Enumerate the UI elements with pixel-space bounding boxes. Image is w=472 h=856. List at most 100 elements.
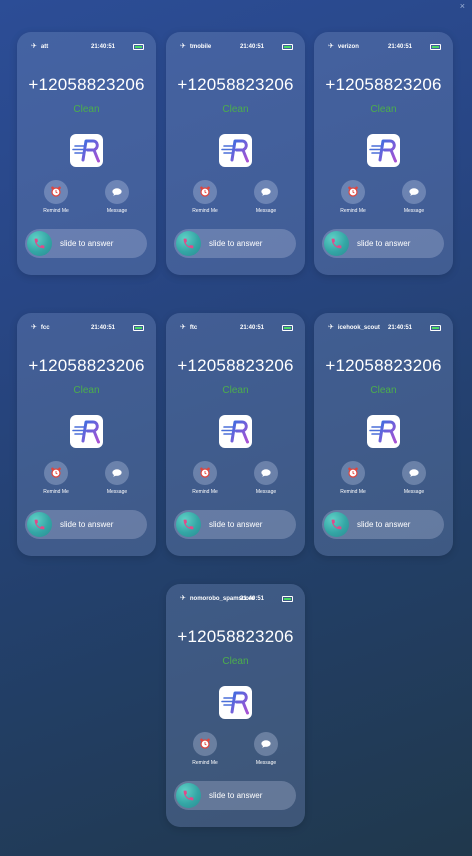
message-label: Message [255,489,277,495]
slide-to-answer-label: slide to answer [60,239,114,248]
phone-icon [34,519,45,530]
remind-me-button[interactable]: Remind Me [328,180,378,214]
chat-bubble-icon [261,740,271,748]
remind-me-button[interactable]: Remind Me [180,461,230,495]
message-button[interactable]: Message [92,461,142,495]
caller-number: +12058823206 [177,75,294,94]
alarm-clock-icon [51,467,61,478]
answer-slider-handle[interactable] [324,512,349,537]
message-button[interactable]: Message [241,732,291,766]
slide-to-answer-label: slide to answer [357,239,411,248]
phone-icon [331,519,342,530]
call-actions: Remind Me Message [166,732,305,772]
status-bar: ✈ ftc 21:40:51 [180,323,293,333]
remind-me-button[interactable]: Remind Me [31,461,81,495]
slide-to-answer-label: slide to answer [209,791,263,800]
app-logo-icon [219,686,252,719]
phone-icon [183,790,194,801]
status-time: 21:40:51 [388,325,413,331]
caller-id-card-verizon: ✈ verizon 21:40:51 +12058823206 Clean Re… [314,32,453,275]
status-time: 21:40:51 [240,325,265,331]
answer-slider-handle[interactable] [176,512,201,537]
slide-to-answer-track[interactable]: slide to answer [174,229,296,258]
message-label: Message [255,760,277,766]
message-button[interactable]: Message [241,180,291,214]
reputation-status: Clean [73,385,100,396]
remind-me-label: Remind Me [340,208,366,214]
slide-to-answer-track[interactable]: slide to answer [174,781,296,810]
message-button[interactable]: Message [92,180,142,214]
message-label: Message [255,208,277,214]
chat-bubble-icon [409,469,419,477]
battery-icon [430,325,441,331]
battery-icon [282,44,293,50]
battery-icon [133,44,144,50]
slide-to-answer-track[interactable]: slide to answer [174,510,296,539]
phone-icon [183,238,194,249]
slide-to-answer-track[interactable]: slide to answer [25,510,147,539]
remind-me-label: Remind Me [340,489,366,495]
alarm-clock-icon [51,186,61,197]
caller-id-card-att: ✈ att 21:40:51 +12058823206 Clean Remind… [17,32,156,275]
call-actions: Remind Me Message [314,180,453,220]
carrier-name: fcc [40,325,50,331]
caller-id-card-icehook-scout: ✈ icehook_scout 21:40:51 +12058823206 Cle… [314,313,453,556]
reputation-status: Clean [370,104,397,115]
message-button[interactable]: Message [389,180,439,214]
alarm-clock-icon [348,186,358,197]
status-bar: ✈ fcc 21:40:51 [31,323,144,333]
remind-me-button[interactable]: Remind Me [31,180,81,214]
airplane-icon: ✈ [180,43,186,50]
chat-bubble-icon [112,469,122,477]
call-actions: Remind Me Message [314,461,453,501]
remind-me-button[interactable]: Remind Me [328,461,378,495]
app-logo-icon [70,415,103,448]
call-actions: Remind Me Message [17,461,156,501]
remind-me-button[interactable]: Remind Me [180,732,230,766]
answer-slider-handle[interactable] [324,231,349,256]
carrier-name: tmobile [189,44,212,50]
status-bar: ✈ nomorobo_spamscore 21:40:51 [180,594,293,604]
call-actions: Remind Me Message [17,180,156,220]
slide-to-answer-track[interactable]: slide to answer [25,229,147,258]
slide-to-answer-label: slide to answer [209,239,263,248]
status-bar: ✈ verizon 21:40:51 [328,42,441,52]
carrier-name: verizon [337,44,359,50]
alarm-clock-icon [200,186,210,197]
slide-to-answer-track[interactable]: slide to answer [322,229,444,258]
close-window-button[interactable]: × [460,0,465,12]
message-button[interactable]: Message [241,461,291,495]
reputation-status: Clean [222,656,249,667]
app-logo-icon [70,134,103,167]
remind-me-label: Remind Me [192,760,218,766]
airplane-icon: ✈ [180,595,186,602]
remind-me-button[interactable]: Remind Me [180,180,230,214]
caller-number: +12058823206 [28,75,145,94]
remind-me-label: Remind Me [192,489,218,495]
caller-number: +12058823206 [177,356,294,375]
answer-slider-handle[interactable] [27,512,52,537]
slide-to-answer-label: slide to answer [60,520,114,529]
slide-to-answer-label: slide to answer [357,520,411,529]
caller-id-card-ftc: ✈ ftc 21:40:51 +12058823206 Clean Remind… [166,313,305,556]
chat-bubble-icon [112,188,122,196]
answer-slider-handle[interactable] [176,783,201,808]
phone-icon [183,519,194,530]
caller-number: +12058823206 [325,356,442,375]
answer-slider-handle[interactable] [27,231,52,256]
airplane-icon: ✈ [180,324,186,331]
caller-number: +12058823206 [28,356,145,375]
slide-to-answer-label: slide to answer [209,520,263,529]
chat-bubble-icon [261,188,271,196]
call-actions: Remind Me Message [166,461,305,501]
battery-icon [133,325,144,331]
slide-to-answer-track[interactable]: slide to answer [322,510,444,539]
caller-id-card-nomorobo-spamscore: ✈ nomorobo_spamscore 21:40:51 +1205882320… [166,584,305,827]
chat-bubble-icon [261,469,271,477]
status-time: 21:40:51 [240,596,265,602]
answer-slider-handle[interactable] [176,231,201,256]
message-button[interactable]: Message [389,461,439,495]
chat-bubble-icon [409,188,419,196]
carrier-name: att [40,44,49,50]
battery-icon [282,596,293,602]
